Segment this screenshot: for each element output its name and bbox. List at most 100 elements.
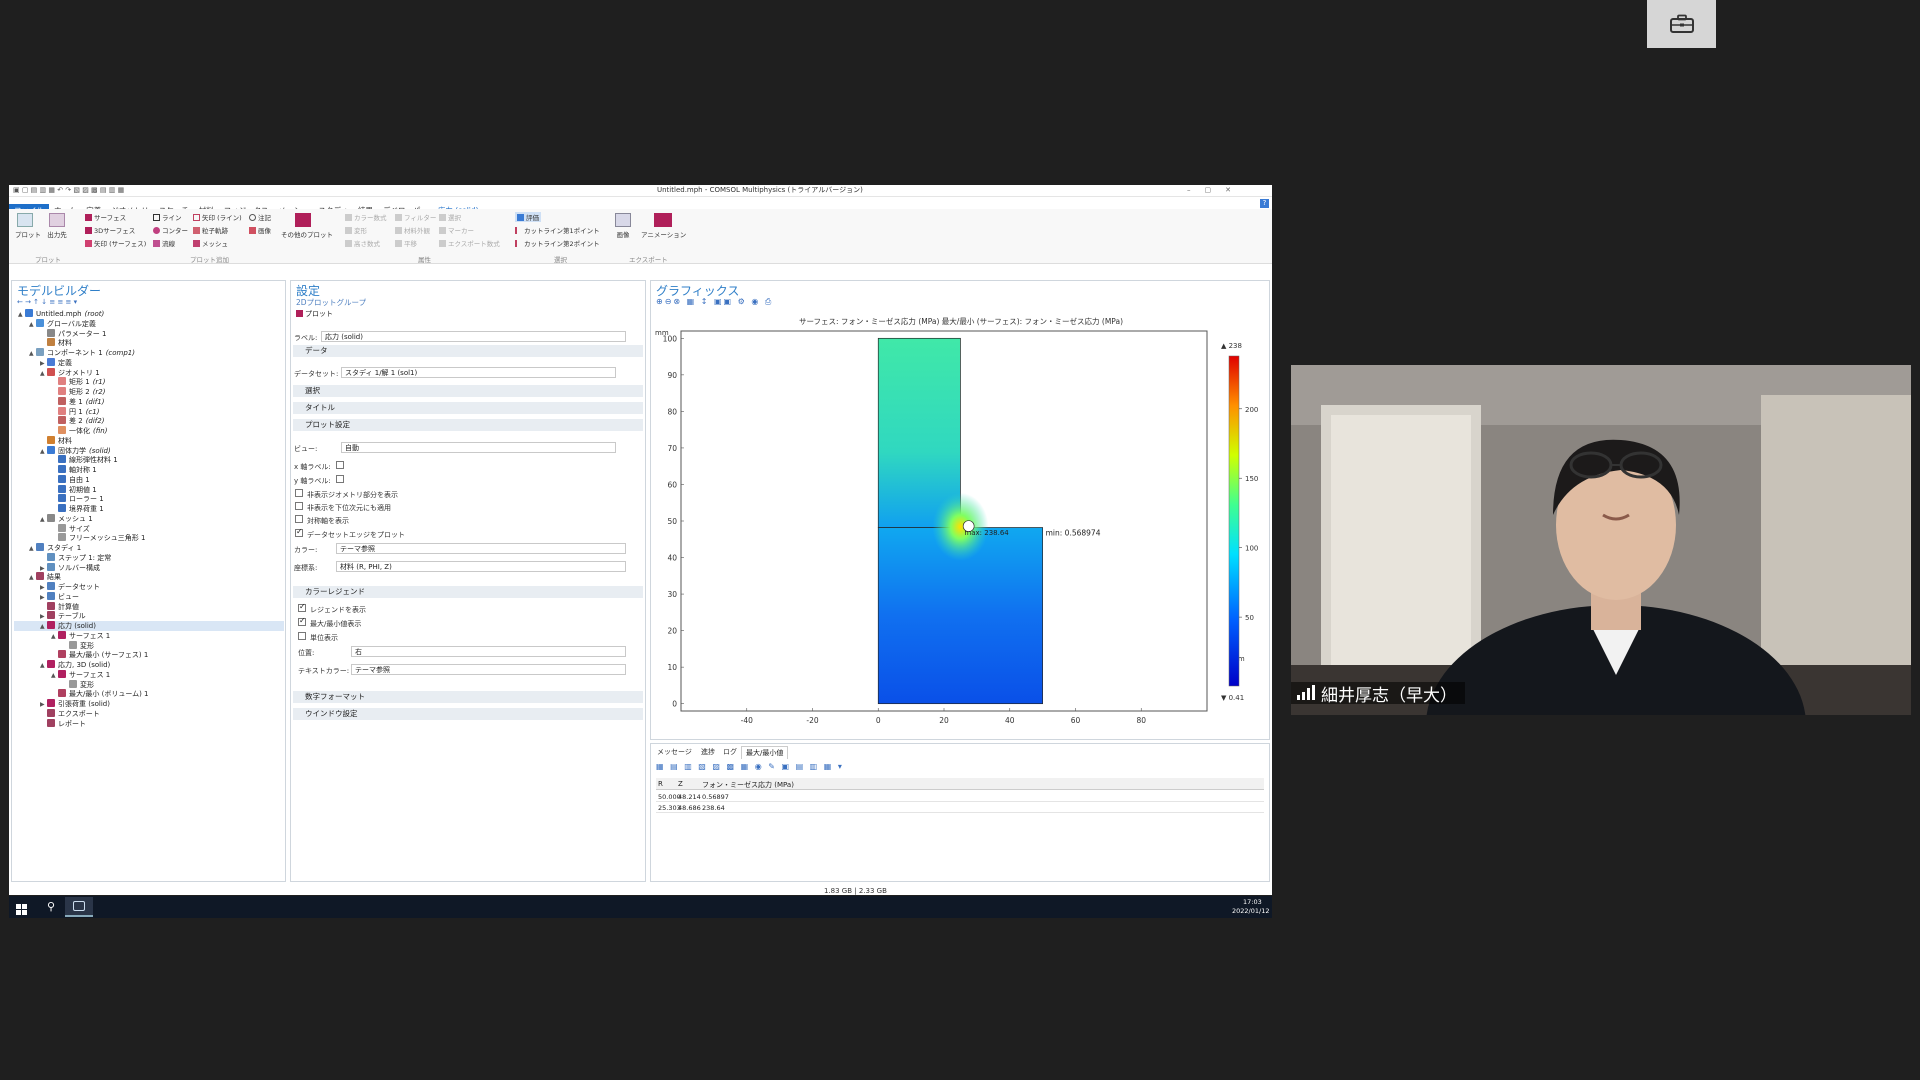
textcolor-select[interactable]: テーマ参照 — [351, 664, 626, 675]
dataset-edges-checkbox[interactable] — [295, 527, 303, 537]
expand-icon[interactable]: ▶ — [40, 565, 47, 572]
tree-node[interactable]: 軸対称 1 — [51, 465, 100, 475]
tree-node[interactable]: パラメーター 1 — [40, 328, 109, 339]
expand-icon[interactable]: ▲ — [51, 633, 58, 640]
show-maxmin-checkbox[interactable] — [298, 616, 306, 626]
expand-icon[interactable]: ▲ — [40, 662, 47, 669]
tree-node[interactable]: 矩形 1 (r1) — [51, 377, 105, 387]
annotation-button[interactable]: 注記 — [249, 212, 271, 222]
tree-node[interactable]: ▲ 固体力学 (solid) — [40, 445, 111, 456]
other-plots-button[interactable]: その他のプロット — [281, 213, 333, 239]
expand-icon[interactable]: ▲ — [29, 545, 36, 552]
tree-node[interactable]: 変形 — [62, 640, 97, 651]
tree-node[interactable]: ▶ 引張荷重 (solid) — [40, 699, 113, 709]
translation-button[interactable]: 平移 — [395, 238, 417, 248]
output-button[interactable]: 出力先 — [46, 213, 68, 239]
mirror-checkbox[interactable] — [295, 515, 303, 523]
section-color-legend[interactable]: カラーレジェンド — [293, 586, 643, 598]
tree-node[interactable]: 材料 — [40, 338, 75, 348]
arrow-surface-button[interactable]: 矢印 (サーフェス) — [85, 238, 146, 248]
tree-node[interactable]: ▲ 結果 — [29, 572, 64, 582]
tree-node[interactable]: ▲ Untitled.mph (root) — [18, 309, 104, 318]
tree-node[interactable]: ▲ ジオメトリ 1 — [40, 367, 103, 378]
expand-icon[interactable]: ▲ — [40, 370, 47, 377]
tree-node[interactable]: 円 1 (c1) — [51, 406, 99, 417]
marker-button[interactable]: マーカー — [439, 225, 474, 235]
eval-button[interactable]: 評価 — [515, 212, 541, 222]
image-button[interactable]: 画像 — [249, 225, 271, 235]
tree-node[interactable]: ▶ ビュー — [40, 591, 82, 602]
graphics-toolbar[interactable]: ⊕⊖⊗ ▦ ↕ ▣▣ ⚙ ◉ ⎙ — [656, 298, 773, 306]
tree-node[interactable]: ステップ 1: 定常 — [40, 552, 114, 563]
section-selection[interactable]: 選択 — [293, 385, 643, 397]
section-plot-settings[interactable]: プロット設定 — [293, 419, 643, 431]
plot-button[interactable]: プロット — [15, 213, 41, 239]
table-row[interactable]: 25.303 48.686 238.64 — [656, 802, 1264, 813]
expand-icon[interactable]: ▶ — [40, 613, 47, 620]
selection-button[interactable]: 選択 — [439, 212, 461, 222]
stress-plot[interactable]: サーフェス: フォン・ミーゼス応力 (MPa) 最大/最小 (サーフェス): フ… — [651, 311, 1269, 741]
ylabel-checkbox[interactable] — [336, 475, 344, 483]
expand-icon[interactable]: ▲ — [29, 350, 36, 357]
cutline1-button[interactable]: カットライン第1ポイント — [515, 225, 600, 235]
messages-tab-0[interactable]: メッセージ — [653, 746, 696, 758]
search-icon[interactable]: ⚲ — [47, 900, 55, 913]
help-icon[interactable]: ? — [1260, 199, 1269, 208]
image-export-button[interactable]: 画像 — [613, 213, 633, 239]
particle-button[interactable]: 粒子軌跡 — [193, 225, 228, 235]
color-expr-button[interactable]: カラー数式 — [345, 212, 387, 222]
expand-icon[interactable]: ▶ — [40, 594, 47, 601]
table-row[interactable]: 50.000 48.214 0.56897 — [656, 791, 1264, 802]
messages-tab-1[interactable]: 進捗 — [697, 746, 719, 758]
tree-node[interactable]: 矩形 2 (r2) — [51, 387, 105, 397]
messages-tab-3[interactable]: 最大/最小値 — [741, 746, 789, 759]
show-legend-checkbox[interactable] — [298, 602, 306, 612]
tree-node[interactable]: ▲ 応力, 3D (solid) — [40, 660, 113, 670]
tree-node[interactable]: ▲ サーフェス 1 — [51, 630, 113, 641]
section-title[interactable]: タイトル — [293, 402, 643, 414]
tree-node[interactable]: ▲ グローバル定義 — [29, 318, 99, 329]
tree-node[interactable]: 差 2 (dif2) — [51, 416, 104, 426]
tree-node[interactable]: ▶ データセット — [40, 582, 103, 592]
expand-icon[interactable]: ▲ — [29, 321, 36, 328]
tree-node[interactable]: 変形 — [62, 679, 97, 690]
expand-icon[interactable]: ▶ — [40, 360, 47, 367]
surface-button[interactable]: サーフェス — [85, 212, 126, 222]
tree-node[interactable]: ▲ スタディ 1 — [29, 543, 84, 553]
tree-node[interactable]: ローラー 1 — [51, 494, 107, 504]
tree-node[interactable]: ▲ メッシュ 1 — [40, 513, 96, 524]
export-expr-button[interactable]: エクスポート数式 — [439, 238, 500, 248]
units-checkbox[interactable] — [298, 632, 306, 640]
tree-node[interactable]: 最大/最小 (ボリューム) 1 — [51, 689, 152, 699]
expand-icon[interactable]: ▲ — [40, 623, 47, 630]
label-input[interactable]: 応力 (solid) — [321, 331, 626, 342]
tree-node[interactable]: 最大/最小 (サーフェス) 1 — [51, 650, 151, 660]
tree-node[interactable]: 計算値 — [40, 601, 82, 612]
tree-toolbar[interactable]: ← → ↑ ↓ ≡ ≡ ≡ ▾ — [17, 299, 77, 306]
tree-node[interactable]: ▲ サーフェス 1 — [51, 669, 113, 680]
filter-button[interactable]: フィルター — [395, 212, 436, 222]
comsol-taskbar-icon[interactable] — [65, 897, 93, 917]
quick-access-toolbar[interactable]: ▣ ▢ ▤ ▥ ▦ ↶ ↷ ▧ ▨ ▩ ▤ ▥ ▦ — [13, 187, 124, 194]
section-number-format[interactable]: 数字フォーマット — [293, 691, 643, 703]
windows-start-icon[interactable] — [16, 901, 28, 915]
briefcase-button[interactable] — [1647, 0, 1716, 48]
dataset-select[interactable]: スタディ 1/解 1 (sol1) — [341, 367, 616, 378]
expand-icon[interactable]: ▶ — [40, 584, 47, 591]
surface3d-button[interactable]: 3Dサーフェス — [85, 225, 135, 235]
position-select[interactable]: 右 — [351, 646, 626, 657]
tree-node[interactable]: 線形弾性材料 1 — [51, 455, 121, 465]
line-button[interactable]: ライン — [153, 212, 182, 222]
arrow-line-button[interactable]: 矢印 (ライン) — [193, 212, 242, 222]
settings-plot-button[interactable]: プロット — [296, 310, 333, 318]
tree-node[interactable]: ▲ 応力 (solid) — [14, 621, 284, 631]
expand-icon[interactable]: ▶ — [40, 701, 47, 708]
tree-node[interactable]: ▶ 定義 — [40, 357, 75, 368]
contour-button[interactable]: コンター — [153, 225, 188, 235]
material-appearance-button[interactable]: 材料外観 — [395, 225, 430, 235]
tree-node[interactable]: エクスポート — [40, 708, 103, 719]
tree-node[interactable]: 差 1 (dif1) — [51, 396, 104, 407]
cutline2-button[interactable]: カットライン第2ポイント — [515, 238, 600, 248]
height-expr-button[interactable]: 高さ数式 — [345, 238, 380, 248]
hidden-lower-checkbox[interactable] — [295, 502, 303, 510]
